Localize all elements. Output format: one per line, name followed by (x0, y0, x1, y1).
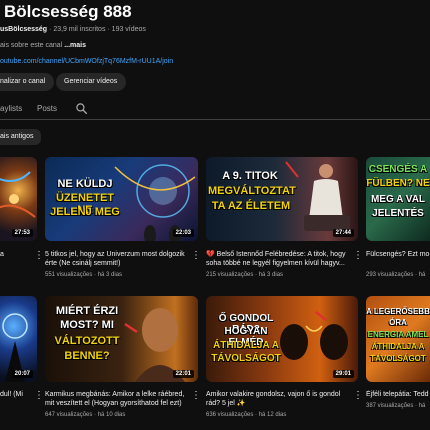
video-thumbnail[interactable]: Ő GONDOL RÁD? HOGYAN ELMÉD ÁTHIDALJA A T… (206, 296, 358, 382)
more-options-icon[interactable]: ⋮ (34, 251, 44, 261)
more-options-icon[interactable]: ⋮ (34, 391, 44, 401)
video-meta: 636 visualizações · há 12 dias (206, 412, 287, 418)
thumbnail-caption-line: TA AZ ÉLETEM (211, 200, 291, 212)
video-title[interactable]: 💔 Belső Istennőd Felébredése: A titok, h… (206, 250, 346, 268)
tab-divider (0, 119, 430, 120)
video-title[interactable]: Éjféli telepátia: Tedd (366, 390, 430, 399)
thumbnail-caption-line: MIÉRT ÉRZI (55, 305, 119, 317)
thumbnail-caption-line: A 9. TITOK (222, 170, 278, 182)
video-meta: 551 visualizações · há 3 dias (45, 272, 123, 278)
search-icon[interactable] (75, 102, 88, 115)
thumbnail-caption-line: A LEGERŐSEBB (366, 307, 430, 316)
thumbnail-caption-line: ENERGIA AMEL (367, 330, 429, 339)
video-thumbnail[interactable]: CSENGÉS A FÜLBEN? NE MEG A VAL JELENTÉS (366, 157, 430, 241)
video-meta: 387 visualizações · há (366, 403, 426, 409)
video-duration: 22:01 (172, 370, 194, 378)
channel-link[interactable]: outube.com/channel/UCbmWOfzjTq76MzfM-rUU… (0, 58, 173, 65)
more-options-icon[interactable]: ⋮ (191, 391, 201, 401)
video-thumbnail[interactable]: 20:07 (0, 296, 37, 382)
video-title[interactable]: Amikor valakire gondolsz, vajon ő is gon… (206, 390, 346, 408)
about-text: ais sobre este canal (0, 42, 63, 49)
video-title[interactable]: 5 titkos jel, hogy az Univerzum most dol… (45, 250, 185, 268)
video-duration: 29:01 (332, 370, 354, 378)
video-thumbnail[interactable]: NE KÜLDJ ÜZENETET NE JELENJ MEG 22:03 (45, 157, 198, 241)
video-duration: 20:07 (11, 370, 33, 378)
thumbnail-caption-line: NE KÜLDJ (57, 178, 113, 190)
thumbnail-caption-line: TÁVOLSÁGOT (211, 353, 281, 364)
thumbnail-caption-line: ÓRA (389, 318, 407, 327)
filter-chip-oldest[interactable]: ais antigos (0, 129, 42, 145)
tab-posts[interactable]: Posts (37, 104, 57, 113)
channel-title: Bölcsesség 888 (4, 2, 132, 21)
video-thumbnail[interactable]: A LEGERŐSEBB ÓRA ENERGIA AMEL ÁTHIDALJA … (366, 296, 430, 382)
thumbnail-caption-line: FÜLBEN? NE (366, 178, 430, 189)
video-meta: 647 visualizações · há 10 dias (45, 412, 126, 418)
customize-channel-button[interactable]: nalizar o canal (0, 73, 54, 91)
channel-about[interactable]: ais sobre este canal ...mais (0, 42, 86, 49)
manage-videos-button[interactable]: Gerenciar vídeos (56, 73, 126, 91)
thumbnail-caption-line: TÁVOLSÁGOT (370, 354, 426, 363)
thumbnail-caption-line: JELENTÉS (372, 208, 424, 219)
channel-handle: usBölcsesség (0, 26, 48, 33)
thumbnail-caption-line: JELENJ MEG (50, 206, 120, 218)
more-options-icon[interactable]: ⋮ (353, 251, 363, 261)
video-duration: 22:03 (172, 229, 194, 237)
channel-stats: · 23,9 mil inscritos · 193 vídeos (49, 26, 146, 33)
thumbnail-caption-line: ÁTHIDALJA A (213, 340, 279, 351)
video-title[interactable]: Fülcsengés? Ezt mo ...ról most éppen az (366, 250, 430, 259)
thumbnail-caption-line: ÁTHIDALJA A (371, 342, 425, 351)
tab-playlists[interactable]: aylists (0, 104, 22, 113)
thumbnail-caption-line: BENNE? (64, 350, 110, 362)
channel-meta: usBölcsesség · 23,9 mil inscritos · 193 … (0, 26, 146, 33)
video-meta: 293 visualizações · há (366, 272, 426, 278)
video-thumbnail[interactable]: A 9. TITOK MEGVÁLTOZTAT TA AZ ÉLETEM 27:… (206, 157, 358, 241)
thumbnail-caption-line: MEG A VAL (370, 194, 426, 205)
more-options-icon[interactable]: ⋮ (353, 391, 363, 401)
video-title[interactable]: dul! (Mi (0, 390, 36, 399)
video-duration: 27:44 (332, 229, 354, 237)
thumbnail-caption-line: VÁLTOZOTT (54, 335, 120, 347)
video-thumbnail[interactable]: 27:53 (0, 157, 37, 241)
thumbnail-caption-line: CSENGÉS A (368, 164, 428, 175)
thumbnail-caption-line: MOST? MI (60, 319, 114, 331)
video-title[interactable]: Karmikus megbánás: Amikor a lelke ráébre… (45, 390, 185, 408)
video-thumbnail[interactable]: MIÉRT ÉRZI MOST? MI VÁLTOZOTT BENNE? 22:… (45, 296, 198, 382)
video-meta: 215 visualizações · há 3 dias (206, 272, 284, 278)
video-title[interactable]: a (0, 250, 36, 259)
thumbnail-caption-line: MEGVÁLTOZTAT (208, 185, 296, 197)
about-more[interactable]: ...mais (64, 42, 86, 49)
more-options-icon[interactable]: ⋮ (191, 251, 201, 261)
video-duration: 27:53 (11, 229, 33, 237)
